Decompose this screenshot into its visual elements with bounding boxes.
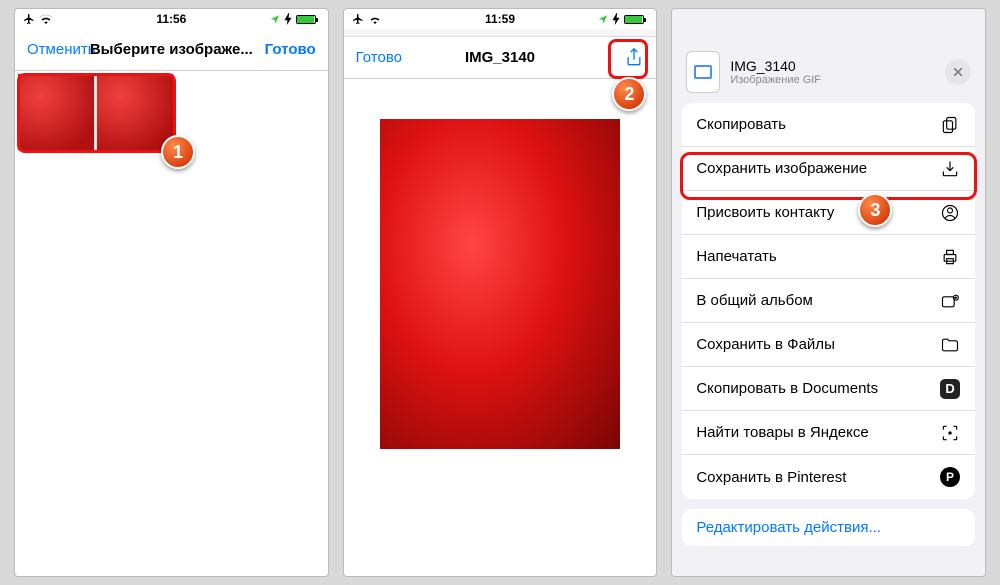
edit-actions-button[interactable]: Редактировать действия... xyxy=(682,509,975,546)
action-label: Сохранить изображение xyxy=(696,160,867,177)
action-label: Скопировать xyxy=(696,116,786,133)
sheet-header: IMG_3140 Изображение GIF xyxy=(682,49,975,103)
status-bar: 11:56 xyxy=(15,9,328,29)
action-folder[interactable]: Сохранить в Файлы xyxy=(682,323,975,367)
documents-app-icon: D xyxy=(939,378,961,400)
action-label: Сохранить в Pinterest xyxy=(696,469,846,486)
action-contact[interactable]: Присвоить контакту xyxy=(682,191,975,235)
close-button[interactable] xyxy=(945,59,971,85)
contact-icon xyxy=(939,202,961,224)
action-label: Найти товары в Яндексе xyxy=(696,424,868,441)
action-shared-album[interactable]: В общий альбом xyxy=(682,279,975,323)
image-preview[interactable] xyxy=(380,119,620,449)
charging-icon xyxy=(284,13,292,25)
status-time: 11:59 xyxy=(485,12,515,26)
battery-icon xyxy=(296,15,316,24)
yandex-scan-icon xyxy=(939,422,961,444)
charging-icon xyxy=(612,13,620,25)
wifi-icon xyxy=(39,14,53,24)
close-icon xyxy=(953,67,963,77)
status-time: 11:56 xyxy=(156,12,186,26)
share-sheet: IMG_3140 Изображение GIF Скопировать Сохр… xyxy=(672,39,985,576)
status-bar: 11:59 xyxy=(344,9,657,29)
action-pinterest[interactable]: Сохранить в Pinterest P xyxy=(682,455,975,499)
wifi-icon xyxy=(368,14,382,24)
action-label: Присвоить контакту xyxy=(696,204,834,221)
shared-album-icon xyxy=(939,290,961,312)
panel-3-share-sheet: 11:59 IMG_3140 Изображение GIF Скопирова… xyxy=(671,8,986,577)
nav-bar: Готово IMG_3140 xyxy=(344,37,657,79)
action-label: Сохранить в Файлы xyxy=(696,336,835,353)
action-print[interactable]: Напечатать xyxy=(682,235,975,279)
image-thumbnail[interactable] xyxy=(96,73,174,151)
share-icon xyxy=(624,48,644,68)
battery-icon xyxy=(624,15,644,24)
action-copy[interactable]: Скопировать xyxy=(682,103,975,147)
image-grid: 1 xyxy=(15,71,328,576)
panel-2-preview: 11:59 Готово IMG_3140 2 xyxy=(343,8,658,577)
nav-title: IMG_3140 xyxy=(465,49,535,66)
copy-icon xyxy=(939,114,961,136)
file-type-label: Изображение GIF xyxy=(730,74,821,86)
print-icon xyxy=(939,246,961,268)
image-thumbnail[interactable] xyxy=(17,73,95,151)
save-image-icon xyxy=(939,158,961,180)
done-button[interactable]: Готово xyxy=(265,41,316,58)
cancel-button[interactable]: Отменить xyxy=(27,41,96,58)
file-type-icon xyxy=(686,51,720,93)
step-badge-1: 1 xyxy=(161,135,195,169)
folder-icon xyxy=(939,334,961,356)
nav-title: Выберите изображе... xyxy=(90,41,253,58)
action-label: Напечатать xyxy=(696,248,776,265)
location-icon xyxy=(598,14,608,24)
done-button[interactable]: Готово xyxy=(356,49,402,66)
pinterest-icon: P xyxy=(939,466,961,488)
share-button[interactable] xyxy=(624,48,644,68)
actions-list: Скопировать Сохранить изображение Присвоит… xyxy=(682,103,975,499)
panel-1-select-image: 11:56 Отменить Выберите изображе... Гото… xyxy=(14,8,329,577)
action-yandex-scan[interactable]: Найти товары в Яндексе xyxy=(682,411,975,455)
action-documents-app[interactable]: Скопировать в Documents D xyxy=(682,367,975,411)
nav-bar: Отменить Выберите изображе... Готово xyxy=(15,29,328,71)
action-label: Скопировать в Documents xyxy=(696,380,878,397)
file-name: IMG_3140 xyxy=(730,58,821,74)
airplane-mode-icon xyxy=(352,13,364,25)
action-label: В общий альбом xyxy=(696,292,813,309)
location-icon xyxy=(270,14,280,24)
image-preview-area xyxy=(344,79,657,576)
airplane-mode-icon xyxy=(23,13,35,25)
action-save-image[interactable]: Сохранить изображение xyxy=(682,147,975,191)
